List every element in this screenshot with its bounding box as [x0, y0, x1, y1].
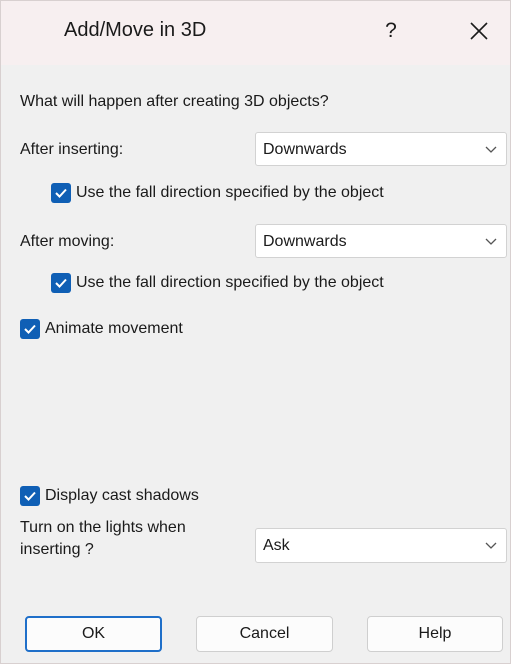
checkbox-box[interactable] — [20, 319, 40, 339]
lights-label-line2: inserting ? — [20, 541, 94, 558]
help-button[interactable]: Help — [367, 616, 503, 652]
help-title-button[interactable]: ? — [379, 17, 403, 45]
after-inserting-value: Downwards — [263, 141, 347, 158]
question-text: What will happen after creating 3D objec… — [20, 93, 329, 110]
cancel-button[interactable]: Cancel — [196, 616, 333, 652]
lights-value: Ask — [263, 537, 290, 554]
checkbox-label: Use the fall direction specified by the … — [76, 274, 384, 291]
after-moving-label: After moving: — [20, 233, 115, 250]
lights-select[interactable]: Ask — [255, 528, 507, 563]
title-bar: Add/Move in 3D ? — [1, 1, 510, 65]
after-inserting-label: After inserting: — [20, 141, 124, 158]
after-moving-value: Downwards — [263, 233, 347, 250]
ok-button[interactable]: OK — [25, 616, 162, 652]
checkbox-box[interactable] — [51, 183, 71, 203]
chevron-down-icon — [485, 542, 497, 549]
checkmark-icon — [24, 491, 36, 501]
chevron-down-icon — [485, 238, 497, 245]
checkbox-label: Use the fall direction specified by the … — [76, 184, 384, 201]
after-inserting-select[interactable]: Downwards — [255, 132, 507, 166]
checkbox-label: Display cast shadows — [45, 487, 199, 504]
close-icon — [470, 22, 488, 40]
chevron-down-icon — [485, 146, 497, 153]
close-button[interactable] — [465, 17, 493, 45]
checkbox-box[interactable] — [20, 486, 40, 506]
lights-label-line1: Turn on the lights when — [20, 519, 186, 536]
checkmark-icon — [55, 188, 67, 198]
add-move-3d-dialog: Add/Move in 3D ? What will happen after … — [0, 0, 511, 664]
checkmark-icon — [55, 278, 67, 288]
checkbox-label: Animate movement — [45, 320, 183, 337]
dialog-title: Add/Move in 3D — [64, 19, 207, 41]
checkbox-box[interactable] — [51, 273, 71, 293]
checkmark-icon — [24, 324, 36, 334]
after-moving-select[interactable]: Downwards — [255, 224, 507, 258]
